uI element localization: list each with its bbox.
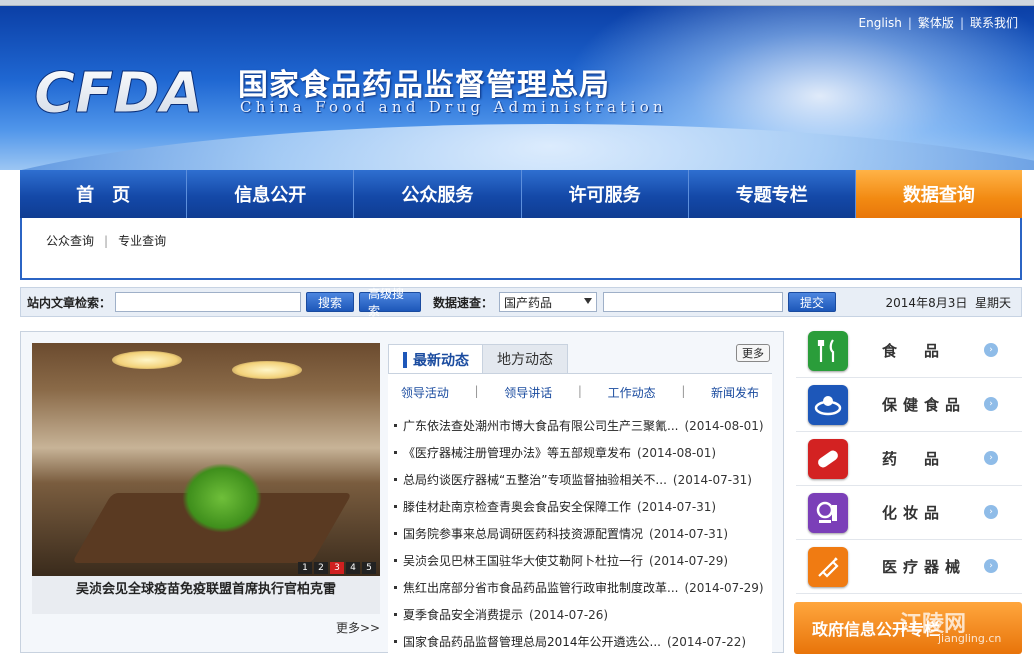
english-link[interactable]: English [859, 16, 902, 30]
chevron-down-icon [584, 298, 593, 304]
ceiling-lamp [112, 351, 182, 369]
table-plants [182, 463, 262, 533]
subtab-work-updates[interactable]: 工作动态 [608, 384, 656, 401]
news-tabs: 最新动态 地方动态 更多 [388, 344, 772, 374]
pill-icon [808, 438, 848, 479]
news-more-button[interactable]: 更多 [736, 344, 770, 362]
news-panel: 领导活动 | 领导讲话 | 工作动态 | 新闻发布 广东依法查处潮州市博大食品有… [388, 373, 772, 653]
cfda-logo[interactable]: CFDA [34, 64, 230, 120]
search-button[interactable]: 搜索 [306, 292, 355, 312]
news-item[interactable]: 总局约谈医疗器械“五整治”专项监督抽验相关不... (2014-07-31) [394, 466, 770, 493]
chevron-right-icon: › [984, 343, 998, 357]
pager-button-2[interactable]: 2 [314, 562, 328, 574]
watermark-url: jiangling.cn [938, 632, 1002, 645]
news-list: 广东依法查处潮州市博大食品有限公司生产三聚氰... (2014-08-01) 《医… [394, 412, 770, 655]
advanced-search-button[interactable]: 高级搜索 [359, 287, 422, 318]
header-banner: English | 繁体版 | 联系我们 CFDA 国家食品药品监督管理总局 China… [0, 6, 1034, 170]
chevron-right-icon: › [984, 505, 998, 519]
contact-link[interactable]: 联系我们 [970, 16, 1018, 30]
ceiling-lamp [232, 361, 302, 379]
tab-latest-news[interactable]: 最新动态 [388, 344, 484, 374]
photo-caption[interactable]: 吴浈会见全球疫苗免疫联盟首席执行官柏克雷 [32, 576, 380, 614]
category-label: 化妆品 [882, 504, 946, 522]
pager-button-5[interactable]: 5 [362, 562, 376, 574]
nav-licensing-service[interactable]: 许可服务 [522, 170, 689, 218]
cosmetics-icon [808, 492, 848, 533]
data-query-input[interactable] [603, 292, 784, 312]
pager-button-4[interactable]: 4 [346, 562, 360, 574]
top-links: English | 繁体版 | 联系我们 [858, 16, 1018, 30]
current-date: 2014年8月3日 星期天 [885, 295, 1011, 310]
slideshow-pager: 1 2 3 4 5 [298, 562, 376, 574]
subnav-professional-query[interactable]: 专业查询 [118, 234, 166, 248]
nav-data-query[interactable]: 数据查询 [855, 170, 1023, 218]
traditional-chinese-link[interactable]: 繁体版 [918, 16, 954, 30]
article-search-input[interactable] [115, 292, 302, 312]
site-subtitle: China Food and Drug Administration [240, 98, 667, 116]
submit-button[interactable]: 提交 [788, 292, 837, 312]
tab-local-news[interactable]: 地方动态 [482, 344, 568, 374]
data-type-value: 国产药品 [504, 295, 553, 310]
nav-special-topics[interactable]: 专题专栏 [689, 170, 856, 218]
news-item[interactable]: 夏季食品安全消费提示 (2014-07-26) [394, 601, 770, 628]
article-search-label: 站内文章检索： [27, 295, 112, 310]
news-item[interactable]: 《医疗器械注册管理办法》等五部规章发布 (2014-08-01) [394, 439, 770, 466]
news-item[interactable]: 国务院参事来总局调研医药科技资源配置情况 (2014-07-31) [394, 520, 770, 547]
category-label: 医疗器械 [882, 558, 967, 576]
subnav-public-query[interactable]: 公众查询 [46, 234, 94, 248]
search-bar: 站内文章检索： 搜索 高级搜索 数据速查： 国产药品 提交 2014年8月3日 … [20, 287, 1022, 318]
category-label: 药 品 [882, 450, 946, 468]
news-photo-slideshow[interactable]: 1 2 3 4 5 [32, 343, 380, 576]
news-item[interactable]: 焦红出席部分省市食品药品监管行政审批制度改革... (2014-07-29) [394, 574, 770, 601]
subtab-press-releases[interactable]: 新闻发布 [711, 384, 759, 401]
photo-more-link[interactable]: 更多>> [336, 619, 380, 636]
category-label: 保健食品 [882, 396, 967, 414]
category-label: 食 品 [882, 342, 946, 360]
svg-text:CFDA: CFDA [34, 64, 203, 120]
data-type-select[interactable]: 国产药品 [499, 292, 598, 312]
subtab-leader-activities[interactable]: 领导活动 [401, 384, 449, 401]
pager-button-3[interactable]: 3 [330, 562, 344, 574]
subtab-leader-speeches[interactable]: 领导讲话 [504, 384, 552, 401]
news-item[interactable]: 广东依法查处潮州市博大食品有限公司生产三聚氰... (2014-08-01) [394, 412, 770, 439]
health-food-icon [808, 384, 848, 425]
data-quick-label: 数据速查： [433, 295, 494, 310]
fork-knife-icon [808, 330, 848, 371]
subnav-items: 公众查询 | 专业查询 [46, 234, 167, 248]
news-subtabs: 领导活动 | 领导讲话 | 工作动态 | 新闻发布 [400, 384, 760, 401]
pager-button-1[interactable]: 1 [298, 562, 312, 574]
chevron-right-icon: › [984, 397, 998, 411]
chevron-right-icon: › [984, 451, 998, 465]
chevron-right-icon: › [984, 559, 998, 573]
category-food[interactable]: 食 品 › [796, 324, 1022, 378]
category-cosmetics[interactable]: 化妆品 › [796, 486, 1022, 540]
main-nav: 首 页 信息公开 公众服务 许可服务 专题专栏 数据查询 [20, 170, 1023, 218]
subnav-panel: 公众查询 | 专业查询 [20, 218, 1022, 280]
nav-info-disclosure[interactable]: 信息公开 [187, 170, 355, 218]
category-list: 食 品 › 保健食品 › 药 品 › 化妆品 › 医疗器械 › [796, 324, 1022, 594]
category-medical-devices[interactable]: 医疗器械 › [796, 540, 1022, 594]
syringe-icon [808, 546, 848, 587]
nav-home[interactable]: 首 页 [20, 170, 188, 218]
nav-public-service[interactable]: 公众服务 [354, 170, 522, 218]
news-item[interactable]: 国家食品药品监督管理总局2014年公开遴选公... (2014-07-22) [394, 628, 770, 655]
category-drugs[interactable]: 药 品 › [796, 432, 1022, 486]
news-item[interactable]: 吴浈会见巴林王国驻华大使艾勒阿卜杜拉一行 (2014-07-29) [394, 547, 770, 574]
category-health-food[interactable]: 保健食品 › [796, 378, 1022, 432]
news-item[interactable]: 滕佳材赴南京检查青奥会食品安全保障工作 (2014-07-31) [394, 493, 770, 520]
